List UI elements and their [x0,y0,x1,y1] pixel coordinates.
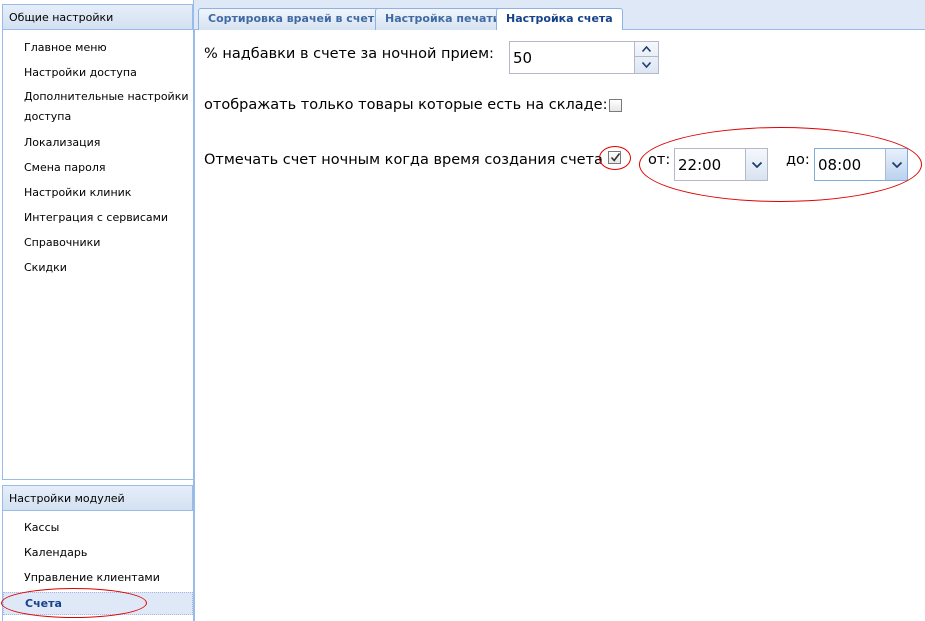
chevron-down-icon [891,161,902,168]
surcharge-value[interactable]: 50 [513,49,532,67]
sidebar-item-cash-desks[interactable]: Кассы [3,515,193,540]
module-settings-list: Кассы Календарь Управление клиентами Сче… [3,515,193,615]
surcharge-label: % надбавки в счете за ночной прием: [204,46,494,62]
tab-strip: Сортировка врачей в счетах Настройка печ… [194,0,925,31]
night-mark-checkbox[interactable] [608,151,621,164]
sidebar-item-invoices[interactable]: Счета [3,592,193,615]
time-from-dropdown-trigger[interactable] [745,149,767,180]
chevron-up-icon [642,46,651,52]
chevron-down-icon [642,61,651,68]
tab-doctor-sorting[interactable]: Сортировка врачей в счетах [198,8,399,30]
sidebar-item-client-management[interactable]: Управление клиентами [3,565,193,590]
sidebar-item-clinic-settings[interactable]: Настройки клиник [3,180,193,205]
sidebar-item-extra-access-settings[interactable]: Дополнительные настройки доступа [3,85,193,130]
time-from-combobox[interactable]: 22:00 [674,148,768,181]
spin-up-button[interactable] [635,42,658,57]
invoice-settings-panel [194,30,925,621]
general-settings-list: Главное меню Настройки доступа Дополните… [3,35,193,280]
time-from-value[interactable]: 22:00 [678,156,721,174]
stock-only-checkbox[interactable] [609,99,622,112]
chevron-down-icon [751,161,762,168]
time-to-value[interactable]: 08:00 [818,156,861,174]
spin-down-button[interactable] [635,57,658,72]
tab-print-settings[interactable]: Настройка печати [375,8,511,30]
module-settings-header[interactable]: Настройки модулей [2,485,193,511]
sidebar-item-integrations[interactable]: Интеграция с сервисами [3,205,193,230]
time-to-label: до: [786,152,810,168]
sidebar-item-main-menu[interactable]: Главное меню [3,35,193,60]
stock-only-label: отображать только товары которые есть на… [204,97,608,113]
checkmark-icon [610,153,621,162]
general-settings-header[interactable]: Общие настройки [2,4,193,30]
time-to-combobox[interactable]: 08:00 [814,148,908,181]
sidebar-item-localization[interactable]: Локализация [3,130,193,155]
tab-invoice-settings[interactable]: Настройка счета [496,8,623,31]
time-to-dropdown-trigger[interactable] [885,149,907,180]
sidebar-item-change-password[interactable]: Смена пароля [3,155,193,180]
sidebar-item-directories[interactable]: Справочники [3,230,193,255]
main-content: Сортировка врачей в счетах Настройка печ… [194,0,925,621]
time-from-label: от: [648,152,671,168]
settings-sidebar: Общие настройки Главное меню Настройки д… [0,0,194,621]
sidebar-item-calendar[interactable]: Календарь [3,540,193,565]
sidebar-item-access-settings[interactable]: Настройки доступа [3,60,193,85]
surcharge-spinner [634,42,658,73]
night-mark-label: Отмечать счет ночным когда время создани… [204,152,613,168]
surcharge-number-field[interactable]: 50 [509,41,659,74]
sidebar-item-discounts[interactable]: Скидки [3,255,193,280]
